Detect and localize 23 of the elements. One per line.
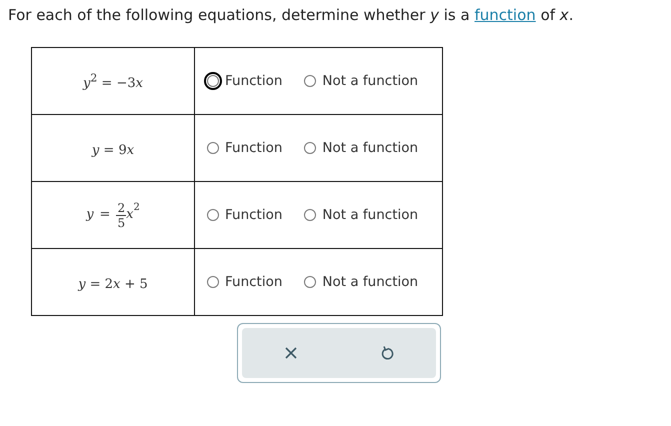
radio-button-icon[interactable]: [207, 209, 219, 221]
radio-option[interactable]: Not a function: [304, 274, 418, 290]
radio-option[interactable]: Function: [207, 73, 282, 89]
radio-button-icon[interactable]: [304, 75, 316, 87]
radio-button-icon[interactable]: [304, 209, 316, 221]
radio-option[interactable]: Function: [207, 140, 282, 156]
undo-icon: [380, 345, 394, 361]
equation: y$^{2}$ = −3x: [83, 76, 143, 91]
radio-button-icon[interactable]: [304, 142, 316, 154]
radio-option[interactable]: Not a function: [304, 73, 418, 89]
close-icon: [284, 346, 298, 360]
radio-button-icon[interactable]: [207, 276, 219, 288]
radio-button-icon[interactable]: [207, 75, 219, 87]
radio-button-icon[interactable]: [304, 276, 316, 288]
radio-option[interactable]: Not a function: [304, 140, 418, 156]
instruction-text: For each of the following equations, determine whether y is a function of x.: [8, 5, 574, 25]
equation: y = 9x: [92, 142, 134, 158]
equation: y = 2x + 5: [78, 276, 148, 292]
function-link[interactable]: function: [474, 6, 536, 24]
radio-button-icon[interactable]: [207, 142, 219, 154]
radio-option[interactable]: Not a function: [304, 207, 418, 223]
radio-option[interactable]: Function: [207, 274, 282, 290]
radio-option[interactable]: Function: [207, 207, 282, 223]
